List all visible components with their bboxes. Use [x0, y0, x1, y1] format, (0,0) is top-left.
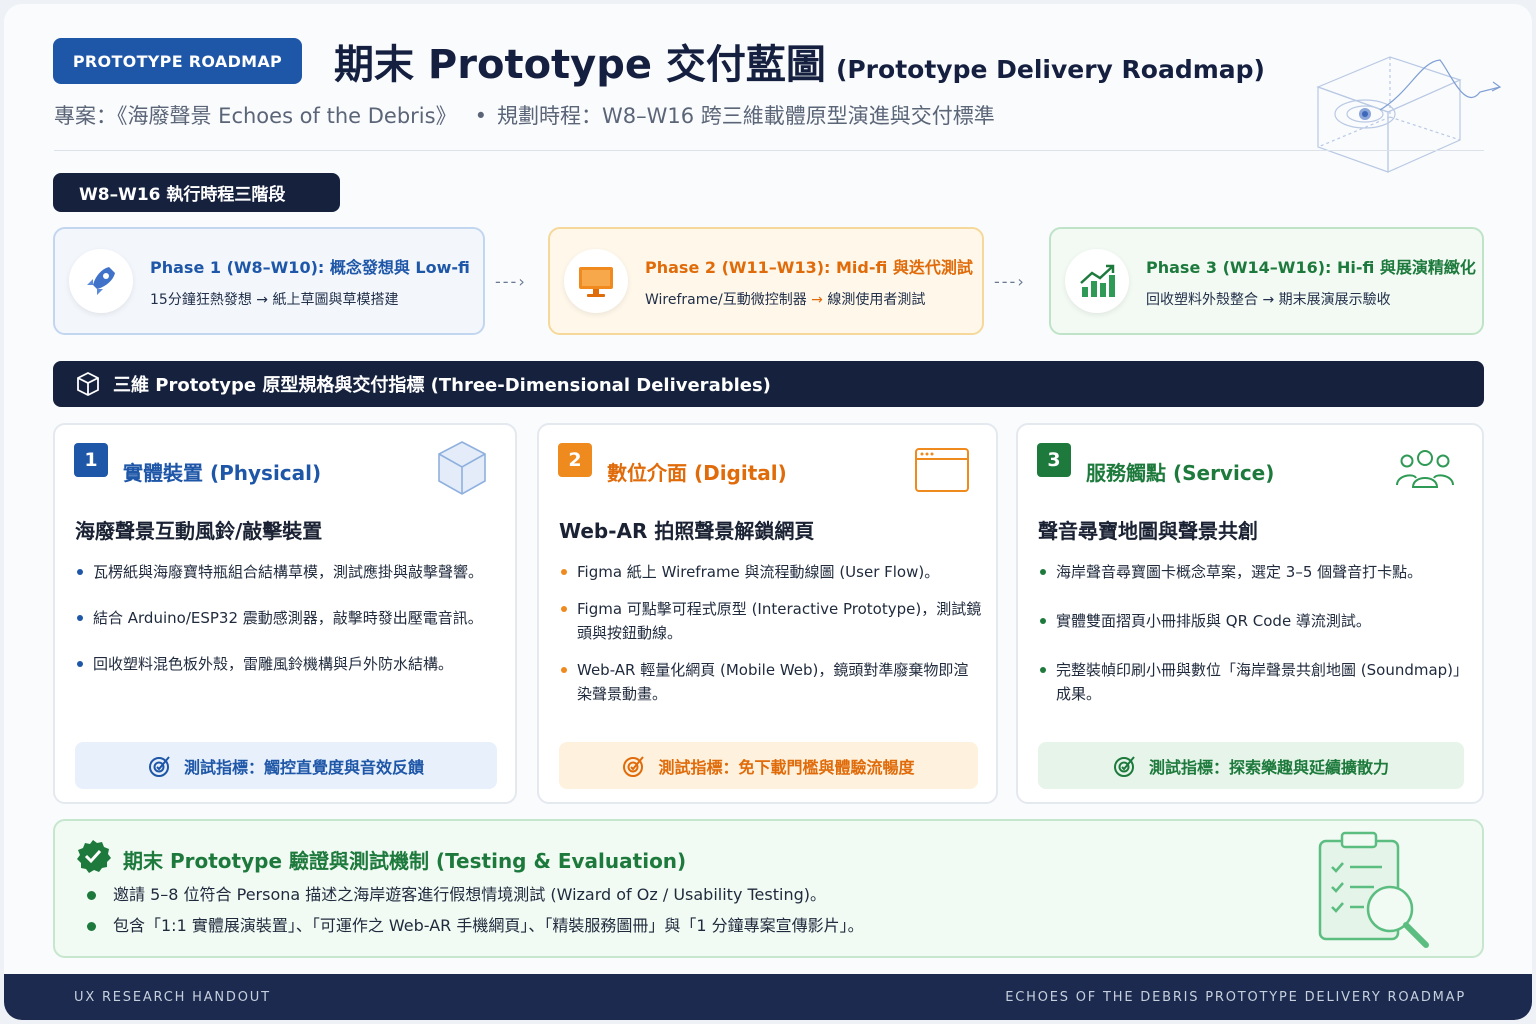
deliverables-section-label: 三維 Prototype 原型規格與交付指標 (Three-Dimensiona… — [113, 375, 771, 396]
list-item: 完整裝幀印刷小冊與數位「海岸聲景共創地圖 (Soundmap)」成果。 — [1038, 658, 1468, 706]
header-divider — [54, 150, 1484, 151]
card-heading: Web-AR 拍照聲景解鎖網頁 — [559, 519, 815, 543]
deliverable-card-physical: 1 實體裝置 (Physical) 海廢聲景互動風鈴/敲擊裝置 瓦楞紙與海廢寶特… — [53, 423, 517, 804]
card-bullets: Figma 紙上 Wireframe 與流程動線圖 (User Flow)。 F… — [559, 560, 982, 719]
testing-bullets: 邀請 5–8 位符合 Persona 描述之海岸遊客進行假想情境測試 (Wiza… — [85, 883, 864, 945]
page-title-main: 期末 Prototype 交付藍圖 — [334, 42, 826, 88]
card-metric: 測試指標：觸控直覺度與音效反饋 — [75, 742, 497, 789]
list-item: Figma 紙上 Wireframe 與流程動線圖 (User Flow)。 — [559, 560, 982, 584]
target-check-icon — [1113, 754, 1137, 778]
card-title: 服務觸點 (Service) — [1086, 461, 1275, 485]
metric-text: 測試指標：觸控直覺度與音效反饋 — [183, 757, 424, 777]
phase-card-3: Phase 3 (W14–W16): Hi-fi 與展演精緻化 回收塑料外殼整合… — [1049, 227, 1484, 335]
testing-title: 期末 Prototype 驗證與測試機制 (Testing & Evaluati… — [123, 849, 687, 873]
page-title-sub: (Prototype Delivery Roadmap) — [835, 55, 1265, 84]
phase-3-desc: 回收塑料外殼整合 → 期末展演展示驗收 — [1146, 291, 1391, 308]
browser-window-icon — [915, 448, 969, 492]
list-item: 實體雙面摺頁小冊排版與 QR Code 導流測試。 — [1038, 609, 1468, 633]
footer-bar: UX RESEARCH HANDOUT ECHOES OF THE DEBRIS… — [4, 974, 1532, 1020]
phase-2-title: Phase 2 (W11–W13): Mid-fi 與迭代測試 — [645, 257, 973, 277]
footer-left: UX RESEARCH HANDOUT — [74, 989, 271, 1005]
footer-right: ECHOES OF THE DEBRIS PROTOTYPE DELIVERY … — [1005, 989, 1466, 1005]
users-group-icon — [1396, 450, 1454, 488]
metric-text: 測試指標：免下載門檻與體驗流暢度 — [658, 757, 915, 777]
metric-text: 測試指標：探索樂趣與延續擴散力 — [1148, 757, 1389, 777]
list-item: 邀請 5–8 位符合 Persona 描述之海岸遊客進行假想情境測試 (Wiza… — [85, 883, 864, 907]
card-number: 2 — [558, 443, 592, 477]
separator-dot: • — [474, 104, 487, 128]
list-item: 瓦楞紙與海廢寶特瓶組合結構草模，測試應掛與敲擊聲響。 — [75, 560, 501, 584]
card-heading: 海廢聲景互動風鈴/敲擊裝置 — [75, 519, 323, 543]
card-bullets: 海岸聲音尋寶圖卡概念草案，選定 3–5 個聲音打卡點。 實體雙面摺頁小冊排版與 … — [1038, 560, 1468, 731]
phase-1-title: Phase 1 (W8–W10): 概念發想與 Low-fi — [150, 257, 470, 277]
project-subtitle: 專案：《海廢聲景 Echoes of the Debris》 • 規劃時程：W8–W… — [54, 100, 995, 130]
schedule-text: 規劃時程：W8–W16 跨三維載體原型演進與交付標準 — [496, 104, 995, 128]
list-item: 海岸聲音尋寶圖卡概念草案，選定 3–5 個聲音打卡點。 — [1038, 560, 1468, 584]
list-item: Web-AR 輕量化網頁 (Mobile Web)，鏡頭對準廢棄物即渲染聲景動畫… — [559, 658, 982, 706]
card-title: 實體裝置 (Physical) — [123, 461, 322, 485]
list-item: 回收塑料混色板外殼，雷雕風鈴機構與戶外防水結構。 — [75, 652, 501, 676]
phase-1-desc: 15分鐘狂熱發想 → 紙上草圖與草模搭建 — [150, 291, 399, 308]
wireframe-cube-decoration-icon — [1316, 56, 1502, 173]
card-bullets: 瓦楞紙與海廢寶特瓶組合結構草模，測試應掛與敲擊聲響。 結合 Arduino/ES… — [75, 560, 501, 698]
checklist-magnifier-icon — [1318, 831, 1429, 948]
page-title: 期末 Prototype 交付藍圖 (Prototype Delivery Roa… — [334, 32, 1265, 90]
card-number: 3 — [1037, 443, 1071, 477]
card-metric: 測試指標：探索樂趣與延續擴散力 — [1038, 742, 1464, 789]
deliverable-card-service: 3 服務觸點 (Service) 聲音尋寶地圖與聲景共創 海岸聲音尋寶圖卡概念草… — [1016, 423, 1484, 804]
verified-check-icon — [77, 840, 111, 873]
target-check-icon — [622, 754, 646, 778]
list-item: 結合 Arduino/ESP32 震動感測器，敲擊時發出壓電音訊。 — [75, 606, 501, 630]
phase-card-2: Phase 2 (W11–W13): Mid-fi 與迭代測試 Wirefram… — [548, 227, 984, 335]
card-metric: 測試指標：免下載門檻與體驗流暢度 — [559, 742, 978, 789]
phase-2-desc: Wireframe/互動微控制器 → 線測使用者測試 — [645, 291, 926, 308]
card-number: 1 — [74, 443, 108, 477]
deliverable-card-digital: 2 數位介面 (Digital) Web-AR 拍照聲景解鎖網頁 Figma 紙… — [537, 423, 998, 804]
list-item: Figma 可點擊可程式原型 (Interactive Prototype)，測… — [559, 597, 982, 645]
roadmap-badge: PROTOTYPE ROADMAP — [53, 38, 302, 84]
cube-icon — [438, 441, 486, 495]
handout-page: PROTOTYPE ROADMAP 期末 Prototype 交付藍圖 (Prot… — [4, 4, 1532, 1020]
target-check-icon — [148, 754, 172, 778]
phase-arrow-1: ---› — [495, 272, 527, 291]
rocket-icon — [69, 249, 133, 313]
phase-arrow-2: ---› — [994, 272, 1026, 291]
timeline-section-label: W8–W16 執行時程三階段 — [53, 173, 340, 212]
card-heading: 聲音尋寶地圖與聲景共創 — [1038, 519, 1258, 543]
monitor-icon — [564, 249, 628, 313]
deliverables-section-header: 三維 Prototype 原型規格與交付指標 (Three-Dimensiona… — [53, 361, 1484, 407]
list-item: 包含「1:1 實體展演裝置」、「可運作之 Web-AR 手機網頁」、「精裝服務圖… — [85, 914, 864, 938]
cube-outline-icon — [75, 371, 101, 397]
growth-chart-icon — [1065, 249, 1129, 313]
project-name: 專案：《海廢聲景 Echoes of the Debris》 — [54, 104, 457, 128]
phase-3-title: Phase 3 (W14–W16): Hi-fi 與展演精緻化 — [1146, 257, 1476, 277]
phase-card-1: Phase 1 (W8–W10): 概念發想與 Low-fi 15分鐘狂熱發想 … — [53, 227, 485, 335]
card-title: 數位介面 (Digital) — [607, 461, 787, 485]
testing-section: 期末 Prototype 驗證與測試機制 (Testing & Evaluati… — [53, 819, 1484, 958]
